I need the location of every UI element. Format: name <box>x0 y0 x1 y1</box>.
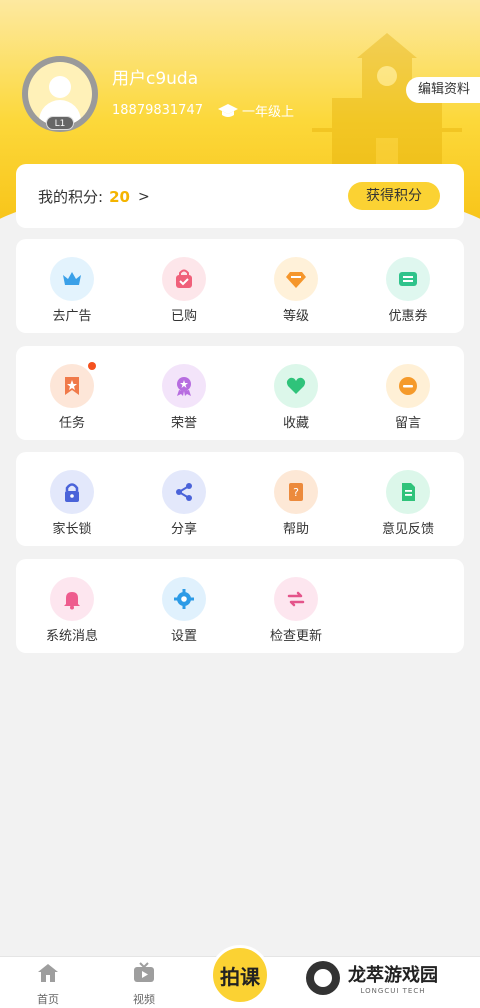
bell-icon <box>50 577 94 621</box>
grid-item-purchased[interactable]: 已购 <box>128 239 240 333</box>
grade-info: 一年级上 <box>218 101 294 120</box>
grid-item-feedback[interactable]: 意见反馈 <box>352 452 464 546</box>
edit-profile-button[interactable]: 编辑资料 <box>405 77 480 103</box>
grid-item-label: 分享 <box>170 522 197 537</box>
medal-icon <box>162 364 206 408</box>
tab-photo-lesson[interactable]: 拍课 <box>210 945 270 1005</box>
refresh-arrows-icon <box>274 577 318 621</box>
bottom-tab-bar: 首页 视频 拍课 龙萃游戏园 LONGCUI TECH <box>0 945 480 1008</box>
grid-item-label: 优惠券 <box>388 309 428 324</box>
tab-video[interactable]: 视频 <box>119 961 169 1007</box>
tab-label: 视频 <box>133 993 155 1006</box>
diamond-icon <box>274 257 318 301</box>
feature-row-3: 家长锁 分享 ? 帮助 意见反馈 <box>16 452 464 546</box>
grid-item-label: 意见反馈 <box>381 522 434 537</box>
feedback-doc-icon <box>386 470 430 514</box>
grid-item-label: 检查更新 <box>269 629 322 644</box>
points-value: 20 <box>109 187 130 206</box>
grid-item-label: 帮助 <box>282 522 309 537</box>
phone-number: 18879831747 <box>112 103 203 118</box>
grid-item-label: 去广告 <box>52 309 92 324</box>
lock-icon <box>50 470 94 514</box>
graduation-cap-icon <box>218 103 238 117</box>
shopping-bag-icon <box>162 257 206 301</box>
message-icon <box>386 364 430 408</box>
grid-item-remove-ads[interactable]: 去广告 <box>16 239 128 333</box>
watermark-title: 龙萃游戏园 <box>348 965 438 986</box>
school-building-icon <box>312 33 462 178</box>
grid-item-message[interactable]: 留言 <box>352 346 464 440</box>
task-star-icon <box>50 362 96 408</box>
home-icon <box>38 964 58 982</box>
grid-item-level[interactable]: 等级 <box>240 239 352 333</box>
grid-item-honor[interactable]: 荣誉 <box>128 346 240 440</box>
grid-item-favorites[interactable]: 收藏 <box>240 346 352 440</box>
tab-label: 首页 <box>37 993 59 1006</box>
username: 用户c9uda <box>112 69 199 89</box>
feature-row-4: 系统消息 设置 检查更新 <box>16 559 464 653</box>
tab-home[interactable]: 首页 <box>23 961 73 1007</box>
watermark-subtitle: LONGCUI TECH <box>360 987 426 995</box>
share-icon <box>162 470 206 514</box>
grid-item-label: 已购 <box>170 309 197 324</box>
grid-item-label: 系统消息 <box>45 629 98 644</box>
grid-item-system-messages[interactable]: 系统消息 <box>16 559 128 653</box>
points-row[interactable]: 我的积分: 20 > <box>38 186 150 207</box>
grid-item-label: 家长锁 <box>52 522 92 537</box>
grid-item-check-update[interactable]: 检查更新 <box>240 559 352 653</box>
grid-item-parental-lock[interactable]: 家长锁 <box>16 452 128 546</box>
coupon-icon <box>386 257 430 301</box>
grid-item-tasks[interactable]: 任务 <box>16 346 128 440</box>
watermark-icon <box>306 961 340 995</box>
grid-item-share[interactable]: 分享 <box>128 452 240 546</box>
tv-icon <box>134 962 154 982</box>
grid-item-label: 任务 <box>58 416 85 431</box>
svg-text:?: ? <box>293 486 299 499</box>
grade-label: 一年级上 <box>242 105 295 120</box>
grid-item-label: 收藏 <box>282 416 309 431</box>
watermark-logo: 龙萃游戏园 LONGCUI TECH <box>306 961 438 995</box>
earn-points-button[interactable]: 获得积分 <box>348 182 440 210</box>
chevron-right-icon: > <box>137 188 150 205</box>
level-badge: L1 <box>46 116 74 130</box>
notification-dot <box>88 362 96 370</box>
points-label: 我的积分: <box>38 188 104 206</box>
gear-icon <box>162 577 206 621</box>
grid-item-label: 等级 <box>282 309 309 324</box>
crown-icon <box>50 257 94 301</box>
grid-item-label: 留言 <box>394 416 421 431</box>
grid-item-settings[interactable]: 设置 <box>128 559 240 653</box>
heart-icon <box>274 364 318 408</box>
grid-item-coupon[interactable]: 优惠券 <box>352 239 464 333</box>
grid-item-label: 设置 <box>170 629 197 644</box>
points-card: 我的积分: 20 > 获得积分 <box>16 164 464 228</box>
grid-item-label: 荣誉 <box>170 416 197 431</box>
help-book-icon: ? <box>274 470 318 514</box>
feature-row-1: 去广告 已购 等级 优惠券 <box>16 239 464 333</box>
grid-item-help[interactable]: ? 帮助 <box>240 452 352 546</box>
feature-row-2: 任务 荣誉 收藏 留言 <box>16 346 464 440</box>
